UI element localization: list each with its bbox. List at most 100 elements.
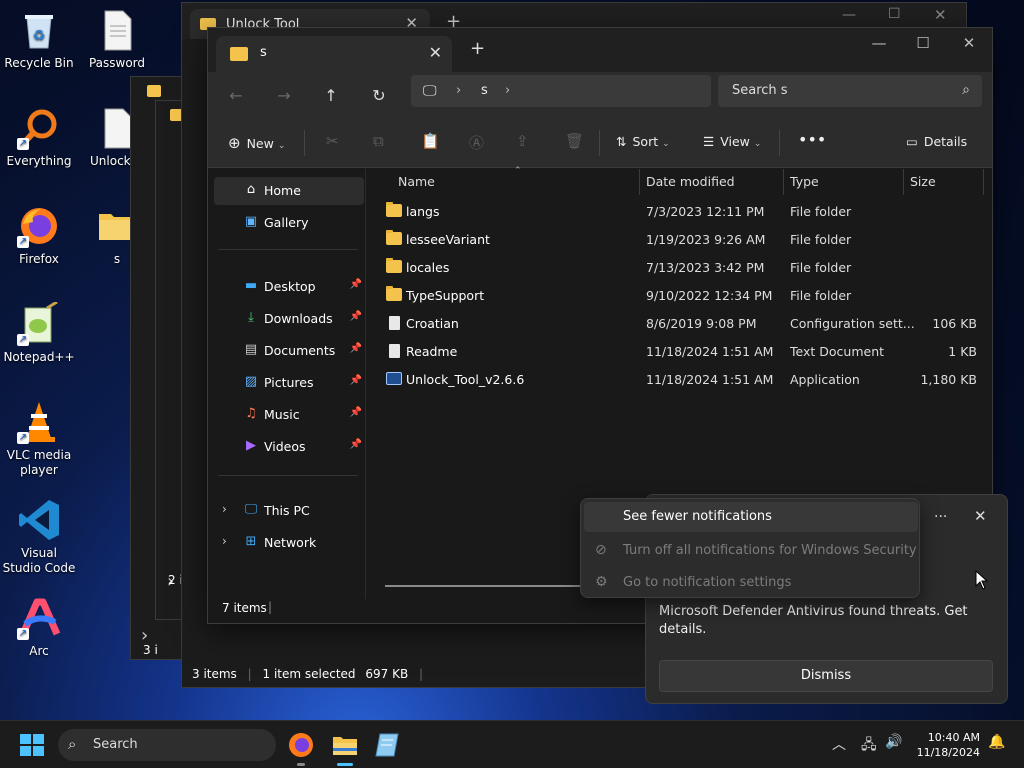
table-row[interactable]: Unlock_Tool_v2.6.6 11/18/2024 1:51 AM Appl… [368,366,988,394]
table-row[interactable]: lesseeVariant 1/19/2023 9:26 AM File folde… [368,226,988,254]
chevron-right-icon[interactable]: › [222,534,227,548]
status-item-count: 7 items [222,601,267,615]
sort-button[interactable]: ⇅ Sort ⌄ [616,134,670,149]
refresh-icon[interactable]: ↻ [367,84,391,108]
menu-item-turn-off[interactable]: Turn off all notifications for Windows S… [623,543,917,558]
sidebar-item-label: Pictures [264,375,314,390]
taskbar-firefox[interactable] [286,730,316,766]
tab-close-icon[interactable]: ✕ [429,43,442,62]
pin-icon[interactable]: 📌 [350,375,362,386]
column-header-date[interactable]: Date modified [646,174,735,189]
up-arrow-icon[interactable]: ↑ [319,84,343,108]
column-header-size[interactable]: Size [910,174,936,189]
dismiss-button[interactable]: Dismiss [659,660,993,692]
network-status-icon[interactable]: 🖧 [861,734,877,758]
close-button[interactable]: ✕ [954,34,984,52]
column-divider[interactable] [903,169,904,195]
taskbar-file-explorer[interactable] [330,730,360,766]
desktop-icon-firefox[interactable]: ↗ Firefox [1,204,77,267]
chevron-right-icon[interactable]: › [456,83,461,98]
table-row[interactable]: Readme 11/18/2024 1:51 AM Text Document 1 K… [368,338,988,366]
search-placeholder: Search [93,737,138,752]
column-divider[interactable] [639,169,640,195]
desktop-icon-everything[interactable]: ↗ Everything [1,106,77,169]
taskbar-search[interactable]: ⌕ Search [58,729,276,761]
view-icon: ☰ [703,134,715,149]
pin-icon[interactable]: 📌 [350,311,362,322]
copy-icon[interactable]: ⧉ [373,132,384,150]
rename-icon[interactable]: Ⓐ [469,132,484,153]
pin-icon[interactable]: 📌 [350,343,362,354]
file-date: 11/18/2024 1:51 AM [646,344,774,359]
column-divider[interactable] [983,169,984,195]
navigation-pane: ⌂ Home ▣ Gallery ▬ Desktop 📌 ⤓ Downloads 📌 ▤ Do… [208,169,366,599]
chevron-up-icon[interactable]: ︿ [832,734,846,754]
sidebar-item-desktop[interactable]: ▬ Desktop 📌 [214,273,364,301]
back-arrow-icon[interactable]: ← [224,84,248,108]
folder-icon [386,286,402,301]
details-button[interactable]: ▭ Details [906,134,967,149]
cut-icon[interactable]: ✂ [326,132,339,150]
sidebar-item-documents[interactable]: ▤ Documents 📌 [214,337,364,365]
table-row[interactable]: TypeSupport 9/10/2022 12:34 PM File folder [368,282,988,310]
maximize-button[interactable]: ☐ [888,6,901,22]
new-button[interactable]: ⊕ New ⌄ [228,134,285,152]
table-row[interactable]: Croatian 8/6/2019 9:08 PM Configuration se… [368,310,988,338]
desktop-icon-arc[interactable]: ↗ Arc [1,596,77,659]
chevron-right-icon[interactable]: › [505,83,510,98]
desktop-icon-recycle-bin[interactable]: ♻ Recycle Bin [1,8,77,71]
close-icon[interactable]: ✕ [974,507,987,525]
search-box[interactable]: Search s ⌕ [718,75,982,107]
maximize-button[interactable]: ☐ [908,34,938,52]
paste-icon[interactable]: 📋 [421,132,440,150]
pin-icon[interactable]: 📌 [350,439,362,450]
menu-item-see-fewer[interactable]: See fewer notifications [623,509,772,524]
table-row[interactable]: langs 7/3/2023 12:11 PM File folder [368,198,988,226]
column-divider[interactable] [783,169,784,195]
delete-icon[interactable]: 🗑 [565,132,584,150]
pin-icon[interactable]: 📌 [350,407,362,418]
column-header-type[interactable]: Type [790,174,819,189]
system-clock[interactable]: 10:40 AM 11/18/2024 [916,730,980,760]
desktop-icon-vscode[interactable]: Visual Studio Code [1,498,77,576]
sidebar-item-home[interactable]: ⌂ Home [214,177,364,205]
view-button[interactable]: ☰ View ⌄ [703,134,761,149]
sidebar-item-videos[interactable]: ▶ Videos 📌 [214,433,364,461]
horizontal-scrollbar[interactable] [385,585,585,587]
download-icon: ⤓ [248,310,254,325]
minimize-button[interactable]: — [864,34,894,52]
desktop-icon-notepad-plus-plus[interactable]: ↗ Notepad++ [1,300,77,365]
chevron-down-icon: ⌄ [753,139,762,149]
address-bar[interactable]: 🖵 › s › [411,75,711,107]
tab-s[interactable]: s ✕ [216,36,452,72]
notification-message[interactable]: Microsoft Defender Antivirus found threa… [659,603,989,639]
sidebar-item-downloads[interactable]: ⤓ Downloads 📌 [214,305,364,333]
desktop-icon-vlc[interactable]: ↗ VLC media player [1,400,77,478]
pin-icon[interactable]: 📌 [350,279,362,290]
sidebar-item-network[interactable]: › ⊞ Network [214,529,364,557]
sidebar-item-gallery[interactable]: ▣ Gallery [214,209,364,237]
menu-item-settings[interactable]: Go to notification settings [623,575,791,590]
chevron-right-icon[interactable]: › [222,502,227,516]
sidebar-item-this-pc[interactable]: › 🖵 This PC [214,497,364,525]
column-header-name[interactable]: Name [398,174,435,189]
new-tab-button[interactable]: + [470,38,485,59]
breadcrumb-s[interactable]: s [481,83,488,98]
forward-arrow-icon[interactable]: → [272,84,296,108]
notification-bell-icon[interactable]: 🔔 [988,734,1005,750]
desktop-icon-password[interactable]: Password [79,8,155,71]
sidebar-item-pictures[interactable]: ▨ Pictures 📌 [214,369,364,397]
more-options-icon[interactable]: ••• [798,130,826,149]
volume-icon[interactable]: 🔊 [885,734,902,750]
computer-icon: 🖵 [423,83,437,99]
close-button[interactable]: ✕ [934,6,947,24]
sidebar-item-label: Desktop [264,279,316,294]
table-row[interactable]: locales 7/13/2023 3:42 PM File folder [368,254,988,282]
more-options-icon[interactable]: ··· [934,509,947,525]
sidebar-item-music[interactable]: ♫ Music 📌 [214,401,364,429]
share-icon[interactable]: ⇪ [516,132,529,150]
minimize-button[interactable]: — [842,7,856,23]
arc-browser-icon: ↗ [17,596,61,640]
start-button[interactable] [20,734,44,756]
taskbar-notepad[interactable] [374,730,404,760]
